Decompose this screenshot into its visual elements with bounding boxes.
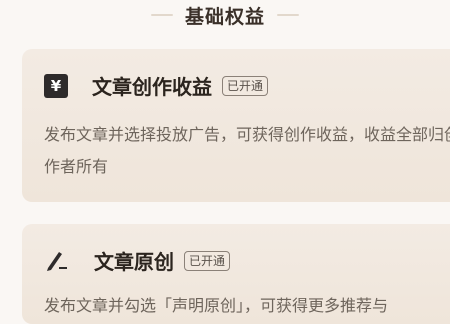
status-badge: 已开通 [222, 75, 269, 96]
section-header: 基础权益 [0, 0, 450, 30]
card-description: 发布文章并选择投放广告，可获得创作收益，收益全部归创作者所有 [44, 125, 450, 176]
header-divider-left [150, 14, 173, 16]
card-header: ¥ 文章创作收益 已开通 [44, 71, 269, 100]
pen-edit-icon [44, 248, 70, 274]
yen-icon: ¥ [44, 73, 68, 98]
card-description: 发布文章并勾选「声明原创」，可获得更多推荐与 [44, 296, 389, 315]
benefit-card-article-revenue[interactable]: ¥ 文章创作收益 已开通 发布文章并选择投放广告，可获得创作收益，收益全部归创作… [22, 49, 450, 202]
status-badge: 已开通 [184, 250, 231, 271]
card-title: 文章原创 [94, 250, 174, 274]
card-header: 文章原创 已开通 [44, 246, 231, 275]
benefit-card-original[interactable]: 文章原创 已开通 发布文章并勾选「声明原创」，可获得更多推荐与 [22, 224, 450, 324]
card-title: 文章创作收益 [92, 75, 212, 99]
section-title: 基础权益 [184, 5, 265, 28]
header-divider-right [277, 14, 299, 16]
